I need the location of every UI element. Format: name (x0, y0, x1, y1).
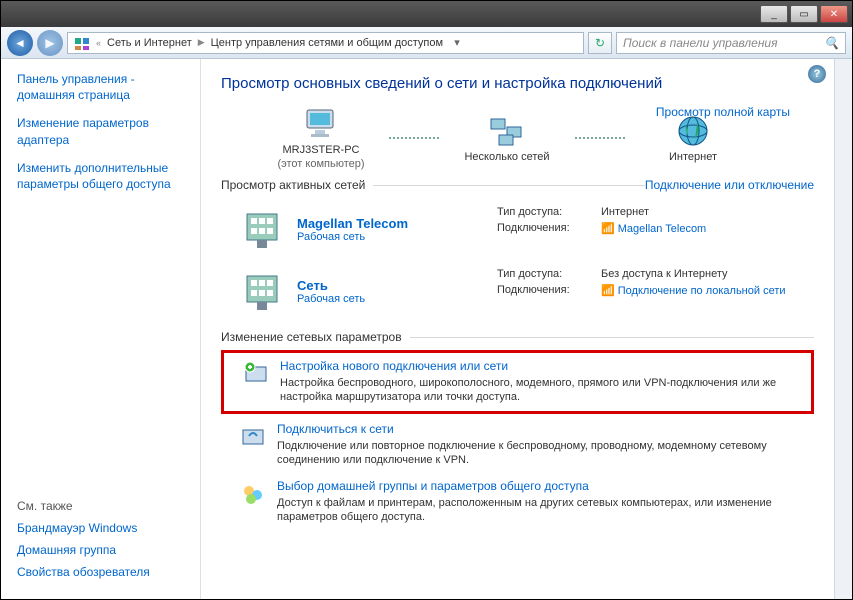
main-content: ? Просмотр основных сведений о сети и на… (201, 59, 834, 599)
breadcrumb-2[interactable]: Центр управления сетями и общим доступом (211, 37, 443, 49)
page-title: Просмотр основных сведений о сети и наст… (221, 75, 814, 92)
map-node-label: Несколько сетей (464, 151, 549, 163)
active-networks-header: Просмотр активных сетей Подключение или … (221, 178, 814, 192)
connect-disconnect-link[interactable]: Подключение или отключение (645, 178, 814, 192)
map-node-label: Интернет (669, 151, 717, 163)
close-button[interactable]: ✕ (820, 5, 848, 23)
refresh-button[interactable]: ↻ (588, 32, 612, 54)
homegroup-icon (239, 479, 267, 507)
connect-icon (239, 422, 267, 450)
task-homegroup[interactable]: Выбор домашней группы и параметров общег… (221, 473, 814, 531)
connection-icon: 📶 (601, 223, 615, 235)
work-network-icon (239, 268, 285, 314)
window: _ ▭ ✕ ◄ ▶ « Сеть и Интернет ▶ Центр упра… (0, 0, 853, 600)
breadcrumb-sep: « (96, 38, 101, 48)
scrollbar[interactable] (834, 59, 852, 599)
task-connect[interactable]: Подключиться к сети Подключение или повт… (221, 416, 814, 474)
help-icon[interactable]: ? (808, 65, 826, 83)
see-also-header: См. также (17, 499, 184, 513)
task-title-link[interactable]: Настройка нового подключения или сети (280, 359, 811, 373)
sidebar-link-adapter[interactable]: Изменение параметров адаптера (17, 115, 184, 147)
address-dropdown[interactable]: ▾ (449, 36, 465, 49)
sidebar-link-firewall[interactable]: Брандмауэр Windows (17, 521, 184, 535)
network-type-link[interactable]: Рабочая сеть (297, 293, 497, 305)
section-label: Просмотр активных сетей (221, 178, 365, 192)
breadcrumb-1[interactable]: Сеть и Интернет (107, 37, 192, 49)
back-button[interactable]: ◄ (7, 30, 33, 56)
section-label: Изменение сетевых параметров (221, 330, 402, 344)
map-line (575, 137, 625, 139)
network-type-link[interactable]: Рабочая сеть (297, 231, 497, 243)
sidebar-link-sharing[interactable]: Изменить дополнительные параметры общего… (17, 160, 184, 192)
detail-key: Подключения: (497, 222, 597, 235)
sidebar-link-home[interactable]: Панель управления - домашняя страница (17, 71, 184, 103)
detail-key: Тип доступа: (497, 268, 597, 280)
sidebar-link-ie[interactable]: Свойства обозревателя (17, 565, 184, 579)
sidebar: Панель управления - домашняя страница Из… (1, 59, 201, 599)
sidebar-link-homegroup[interactable]: Домашняя группа (17, 543, 184, 557)
map-node-internet[interactable]: Интернет (633, 113, 753, 163)
detail-key: Тип доступа: (497, 206, 597, 218)
minimize-button[interactable]: _ (760, 5, 788, 23)
control-panel-icon (74, 35, 90, 51)
networks-icon (487, 113, 527, 149)
connection-icon: 📶 (601, 285, 615, 297)
network-item: Сеть Рабочая сеть Тип доступа: Без доступ… (221, 260, 814, 322)
map-node-networks[interactable]: Несколько сетей (447, 113, 567, 163)
change-settings-header: Изменение сетевых параметров (221, 330, 814, 344)
detail-key: Подключения: (497, 284, 597, 297)
search-placeholder: Поиск в панели управления (623, 36, 778, 50)
body: Панель управления - домашняя страница Из… (1, 59, 852, 599)
forward-button[interactable]: ▶ (37, 30, 63, 56)
maximize-button[interactable]: ▭ (790, 5, 818, 23)
work-network-icon (239, 206, 285, 252)
navbar: ◄ ▶ « Сеть и Интернет ▶ Центр управления… (1, 27, 852, 59)
task-title-link[interactable]: Подключиться к сети (277, 422, 814, 436)
task-new-connection[interactable]: Настройка нового подключения или сети На… (224, 353, 811, 411)
task-text: Подключение или повторное подключение к … (277, 439, 814, 468)
map-line (389, 137, 439, 139)
map-node-computer[interactable]: MRJ3STER-PC (этот компьютер) (261, 106, 381, 170)
chevron-right-icon: ▶ (198, 37, 205, 48)
detail-value: Без доступа к Интернету (601, 268, 728, 280)
task-title-link[interactable]: Выбор домашней группы и параметров общег… (277, 479, 814, 493)
connection-link[interactable]: Magellan Telecom (618, 223, 706, 235)
connection-link[interactable]: Подключение по локальной сети (618, 285, 786, 297)
network-item: Magellan Telecom Рабочая сеть Тип доступ… (221, 198, 814, 260)
titlebar: _ ▭ ✕ (1, 1, 852, 27)
new-connection-icon (242, 359, 270, 387)
search-icon: 🔍 (824, 36, 839, 50)
computer-icon (301, 106, 341, 142)
task-text: Доступ к файлам и принтерам, расположенн… (277, 496, 814, 525)
search-input[interactable]: Поиск в панели управления 🔍 (616, 32, 846, 54)
map-node-label: MRJ3STER-PC (282, 144, 359, 156)
network-name-link[interactable]: Magellan Telecom (297, 216, 497, 231)
highlighted-task: Настройка нового подключения или сети На… (221, 350, 814, 414)
network-name-link[interactable]: Сеть (297, 278, 497, 293)
full-map-link[interactable]: Просмотр полной карты (656, 105, 790, 119)
task-text: Настройка беспроводного, широкополосного… (280, 376, 811, 405)
address-bar[interactable]: « Сеть и Интернет ▶ Центр управления сет… (67, 32, 584, 54)
detail-value: Интернет (601, 206, 649, 218)
map-node-sub: (этот компьютер) (277, 158, 364, 170)
